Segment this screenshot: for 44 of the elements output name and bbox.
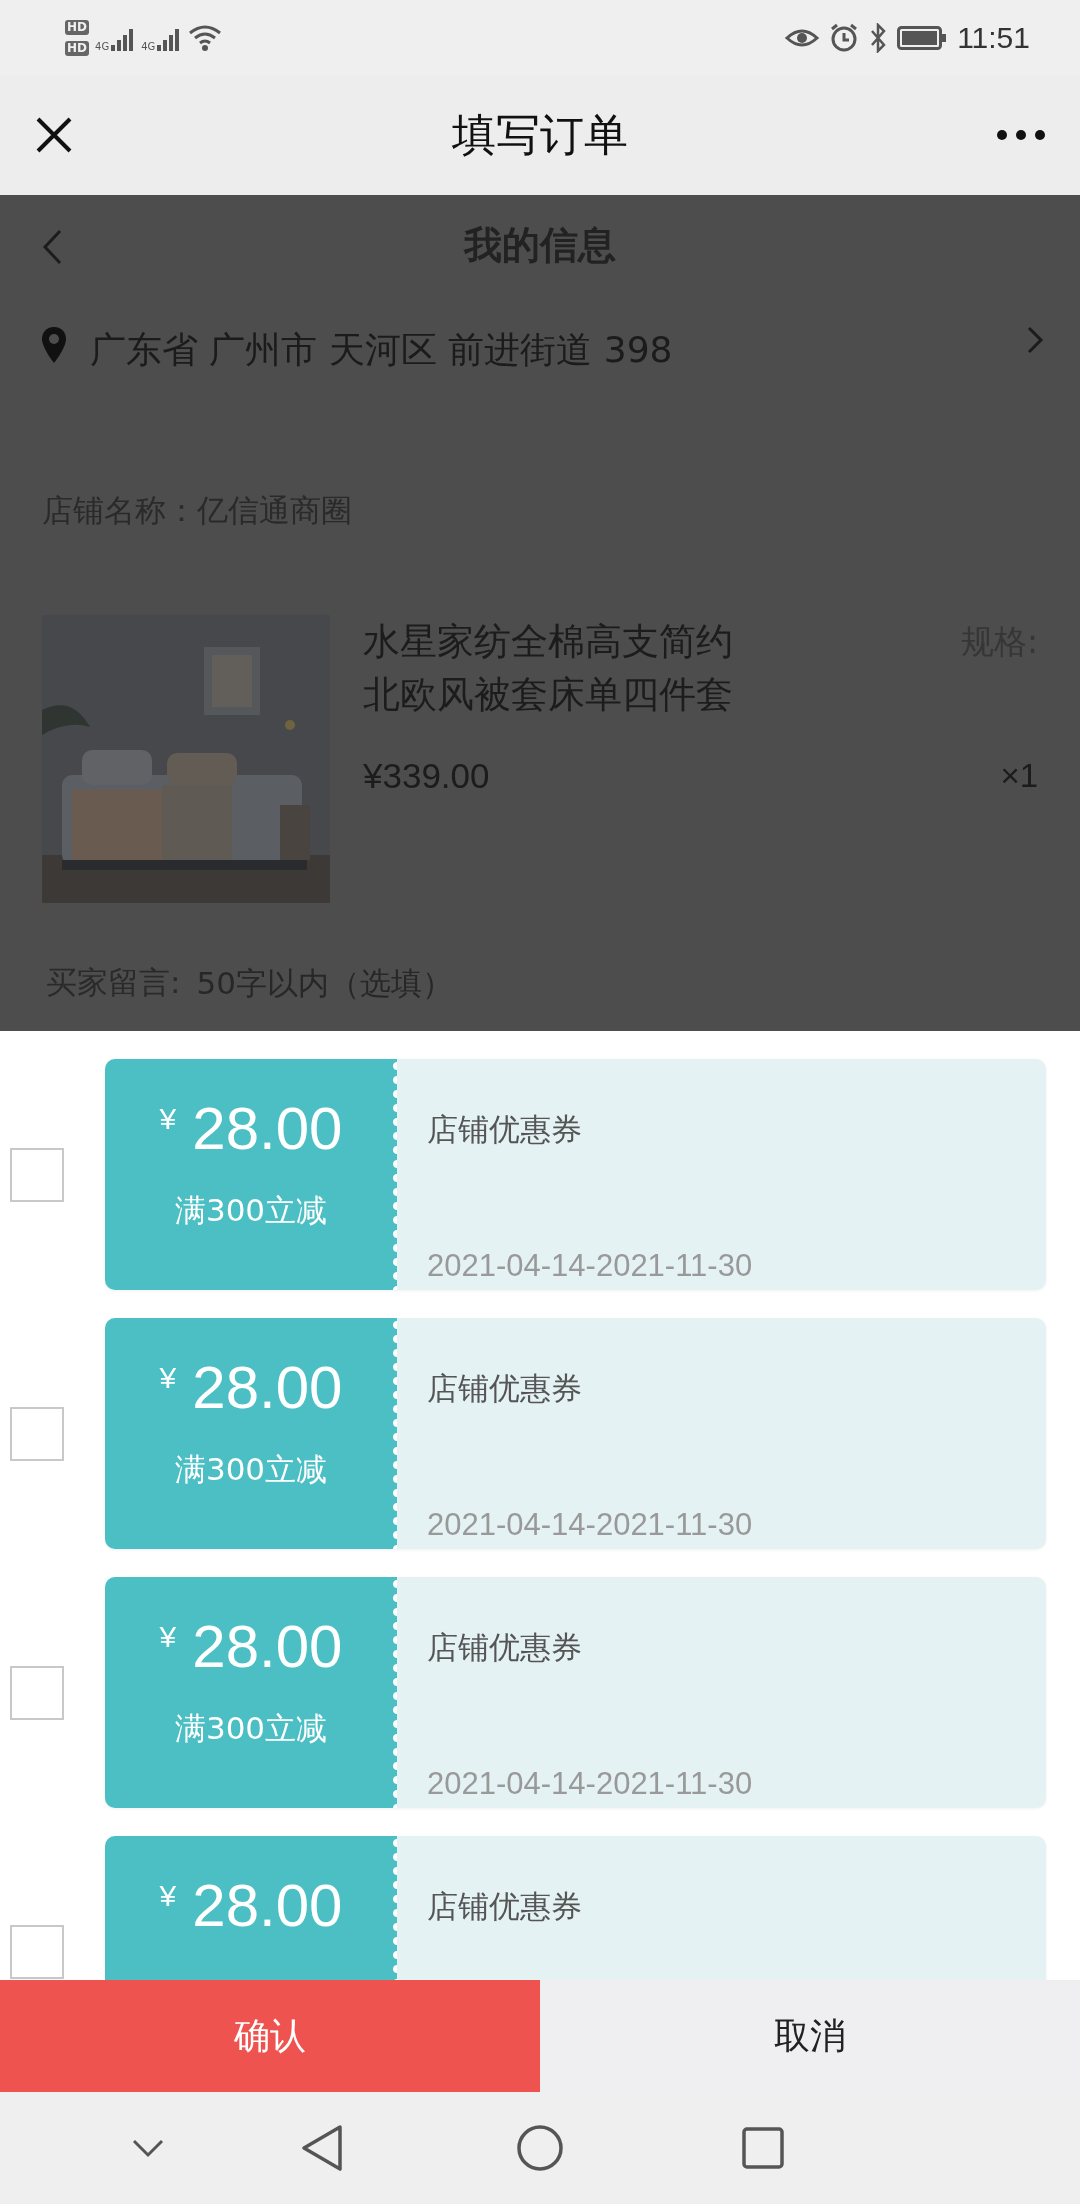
coupon-name: 店铺优惠券 xyxy=(427,1887,583,1926)
bluetooth-icon xyxy=(869,22,888,53)
checkbox[interactable] xyxy=(10,1406,64,1461)
coupon-card[interactable]: ¥ 28.00 店铺优惠券 xyxy=(105,1836,1046,1980)
checkbox[interactable] xyxy=(10,1147,64,1202)
coupon-card[interactable]: ¥ 28.00 满300立减 店铺优惠券 2021-04-14-2021-11-30 xyxy=(105,1318,1046,1549)
coupon-amount: 28.00 xyxy=(192,1353,343,1423)
hd-badge: HD xyxy=(65,19,89,35)
currency-symbol: ¥ xyxy=(159,1361,177,1395)
battery-icon xyxy=(897,25,948,50)
home-icon[interactable] xyxy=(516,2124,564,2172)
hd-badge: HD xyxy=(65,40,89,56)
alarm-icon xyxy=(829,22,860,53)
coupon-name: 店铺优惠券 xyxy=(427,1369,583,1408)
coupon-amount: 28.00 xyxy=(192,1094,343,1164)
recent-apps-icon[interactable] xyxy=(741,2126,785,2170)
coupon-condition: 满300立减 xyxy=(174,1191,328,1230)
coupon-amount: 28.00 xyxy=(192,1612,343,1682)
checkbox[interactable] xyxy=(10,1665,64,1720)
coupon-name: 店铺优惠券 xyxy=(427,1110,583,1149)
coupon-validity: 2021-04-14-2021-11-30 xyxy=(427,1766,754,1802)
coupon-condition: 满300立减 xyxy=(174,1450,328,1489)
coupon-validity: 2021-04-14-2021-11-30 xyxy=(427,1248,754,1284)
coupon-name: 店铺优惠券 xyxy=(427,1628,583,1667)
currency-symbol: ¥ xyxy=(159,1879,177,1913)
coupon-condition: 满300立减 xyxy=(174,1709,328,1748)
confirm-button[interactable]: 确认 xyxy=(0,1980,540,2092)
checkbox[interactable] xyxy=(10,1924,64,1979)
chevron-down-icon[interactable] xyxy=(131,2138,165,2158)
coupon-amount: 28.00 xyxy=(192,1871,343,1941)
network-label: 4G xyxy=(95,40,110,52)
currency-symbol: ¥ xyxy=(159,1102,177,1136)
currency-symbol: ¥ xyxy=(159,1620,177,1654)
network-label: 4G xyxy=(141,40,156,52)
clock-time: 11:51 xyxy=(957,20,1030,55)
coupon-card[interactable]: ¥ 28.00 满300立减 店铺优惠券 2021-04-14-2021-11-30 xyxy=(105,1577,1046,1808)
cancel-button[interactable]: 取消 xyxy=(540,1980,1080,2092)
coupon-validity: 2021-04-14-2021-11-30 xyxy=(427,1507,754,1543)
back-icon[interactable] xyxy=(300,2123,344,2173)
close-icon[interactable] xyxy=(34,115,74,155)
location-pin-icon xyxy=(40,325,68,365)
more-icon[interactable] xyxy=(996,129,1046,141)
page-title: 填写订单 xyxy=(452,108,628,160)
coupon-card[interactable]: ¥ 28.00 满300立减 店铺优惠券 2021-04-14-2021-11-30 xyxy=(105,1059,1046,1290)
